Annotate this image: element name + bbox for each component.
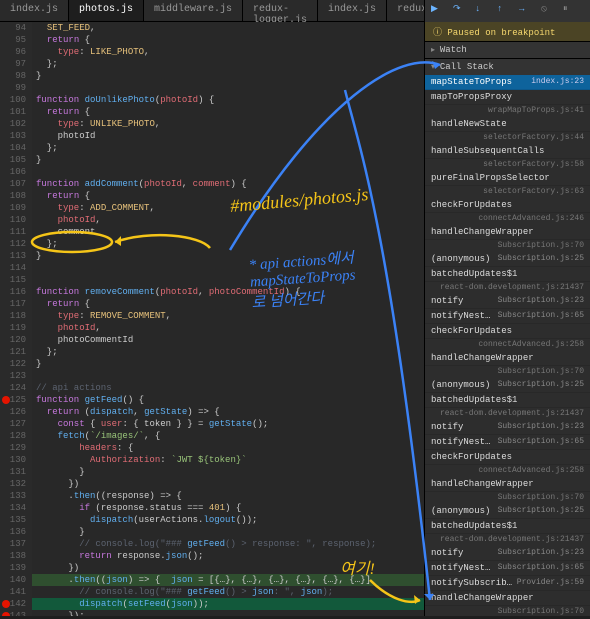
- stack-frame[interactable]: notifySubscribersProvider.js:59: [425, 576, 590, 591]
- stack-frame[interactable]: handleChangeWrapper: [425, 225, 590, 240]
- stack-frame[interactable]: pureFinalPropsSelector: [425, 171, 590, 186]
- stack-frame[interactable]: notifyNestedSubsSubscription.js:65: [425, 435, 590, 450]
- code-line[interactable]: comment: [32, 226, 424, 238]
- code-line[interactable]: // console.log("### getFeed() > json: ",…: [32, 586, 424, 598]
- code-line[interactable]: type: REMOVE_COMMENT,: [32, 310, 424, 322]
- code-line[interactable]: function getFeed() {: [32, 394, 424, 406]
- code-line[interactable]: if (response.status === 401) {: [32, 502, 424, 514]
- tab-bar: index.jsphotos.jsmiddleware.jsredux-logg…: [0, 0, 424, 22]
- code-line[interactable]: dispatch(userActions.logout());: [32, 514, 424, 526]
- stack-frame[interactable]: (anonymous)Subscription.js:25: [425, 252, 590, 267]
- code-line[interactable]: };: [32, 58, 424, 70]
- stack-frame[interactable]: notifySubscription.js:23: [425, 546, 590, 561]
- callstack-section[interactable]: Call Stack: [425, 59, 590, 75]
- code-content[interactable]: SET_FEED, return { type: LIKE_PHOTO, };}…: [32, 22, 424, 616]
- debugger-toolbar: ▶ ↷ ↓ ↑ → ⦸ ⏸: [425, 0, 590, 22]
- paused-banner: ⓘ Paused on breakpoint: [425, 22, 590, 41]
- deactivate-bp-icon[interactable]: ⦸: [541, 4, 555, 18]
- tab-redux-logger-js[interactable]: redux-logger.js: [243, 0, 318, 21]
- code-line[interactable]: return {: [32, 34, 424, 46]
- code-line[interactable]: }: [32, 154, 424, 166]
- code-line[interactable]: }): [32, 478, 424, 490]
- code-line[interactable]: function removeComment(photoId, photoCom…: [32, 286, 424, 298]
- code-line[interactable]: };: [32, 346, 424, 358]
- stack-frame[interactable]: mapToPropsProxy: [425, 90, 590, 105]
- code-line[interactable]: return {: [32, 298, 424, 310]
- code-line[interactable]: [32, 370, 424, 382]
- pause-exc-icon[interactable]: ⏸: [563, 4, 577, 18]
- stack-frame[interactable]: handleChangeWrapper: [425, 351, 590, 366]
- resume-icon[interactable]: ▶: [431, 4, 445, 18]
- code-line[interactable]: [32, 166, 424, 178]
- line-gutter: 9495969798991001011021031041051061071081…: [0, 22, 32, 616]
- code-line[interactable]: type: LIKE_PHOTO,: [32, 46, 424, 58]
- stack-frame[interactable]: batchedUpdates$1: [425, 267, 590, 282]
- tab-index-js[interactable]: index.js: [318, 0, 387, 21]
- code-line[interactable]: SET_FEED,: [32, 22, 424, 34]
- tab-index-js[interactable]: index.js: [0, 0, 69, 21]
- stack-frame[interactable]: checkForUpdates: [425, 198, 590, 213]
- code-line[interactable]: }: [32, 70, 424, 82]
- step-icon[interactable]: →: [519, 4, 533, 18]
- code-line[interactable]: function doUnlikePhoto(photoId) {: [32, 94, 424, 106]
- code-line[interactable]: photoId,: [32, 322, 424, 334]
- code-line[interactable]: }: [32, 526, 424, 538]
- code-line[interactable]: function addComment(photoId, comment) {: [32, 178, 424, 190]
- step-out-icon[interactable]: ↑: [497, 4, 511, 18]
- code-line[interactable]: [32, 274, 424, 286]
- code-line[interactable]: dispatch(setFeed(json));: [32, 598, 424, 610]
- debugger-sidebar: ▶ ↷ ↓ ↑ → ⦸ ⏸ ⓘ Paused on breakpoint Wat…: [424, 0, 590, 616]
- code-line[interactable]: type: ADD_COMMENT,: [32, 202, 424, 214]
- code-line[interactable]: return (dispatch, getState) => {: [32, 406, 424, 418]
- code-line[interactable]: }: [32, 466, 424, 478]
- code-line[interactable]: }: [32, 358, 424, 370]
- watch-section[interactable]: Watch: [425, 42, 590, 58]
- code-line[interactable]: .then((json) => { json = [{…}, {…}, {…},…: [32, 574, 424, 586]
- code-line[interactable]: [32, 82, 424, 94]
- code-line[interactable]: photoCommentId: [32, 334, 424, 346]
- code-line[interactable]: // api actions: [32, 382, 424, 394]
- code-line[interactable]: return response.json();: [32, 550, 424, 562]
- stack-frame[interactable]: notifySubscription.js:23: [425, 420, 590, 435]
- stack-frame[interactable]: handleChangeWrapper: [425, 591, 590, 606]
- code-line[interactable]: Authorization: `JWT ${token}`: [32, 454, 424, 466]
- stack-frame[interactable]: checkForUpdates: [425, 324, 590, 339]
- step-over-icon[interactable]: ↷: [453, 4, 467, 18]
- code-line[interactable]: }: [32, 250, 424, 262]
- code-line[interactable]: type: UNLIKE_PHOTO,: [32, 118, 424, 130]
- code-line[interactable]: photoId: [32, 130, 424, 142]
- stack-frame[interactable]: notifyNestedSubsSubscription.js:65: [425, 309, 590, 324]
- stack-frame[interactable]: handleSubsequentCalls: [425, 144, 590, 159]
- stack-frame[interactable]: handleChangeWrapper: [425, 477, 590, 492]
- code-line[interactable]: const { user: { token } } = getState();: [32, 418, 424, 430]
- code-line[interactable]: };: [32, 238, 424, 250]
- stack-frame[interactable]: (anonymous)Subscription.js:25: [425, 378, 590, 393]
- code-line[interactable]: [32, 262, 424, 274]
- code-line[interactable]: headers: {: [32, 442, 424, 454]
- stack-frame[interactable]: mapStateToPropsindex.js:23: [425, 75, 590, 90]
- stack-frame[interactable]: notifyNestedSubsSubscription.js:65: [425, 561, 590, 576]
- code-line[interactable]: return {: [32, 190, 424, 202]
- code-line[interactable]: };: [32, 142, 424, 154]
- tab-photos-js[interactable]: photos.js: [69, 0, 144, 21]
- step-into-icon[interactable]: ↓: [475, 4, 489, 18]
- code-line[interactable]: // console.log("### getFeed() > response…: [32, 538, 424, 550]
- code-line[interactable]: });: [32, 610, 424, 616]
- stack-frame[interactable]: batchedUpdates$1: [425, 393, 590, 408]
- stack-frame[interactable]: (anonymous)Subscription.js:25: [425, 504, 590, 519]
- code-line[interactable]: fetch(`/images/`, {: [32, 430, 424, 442]
- stack-frame[interactable]: handleNewState: [425, 117, 590, 132]
- code-line[interactable]: }): [32, 562, 424, 574]
- stack-frame[interactable]: notifySubscription.js:23: [425, 294, 590, 309]
- stack-frame[interactable]: batchedUpdates$1: [425, 519, 590, 534]
- tab-middleware-js[interactable]: middleware.js: [144, 0, 243, 21]
- code-line[interactable]: return {: [32, 106, 424, 118]
- code-line[interactable]: photoId,: [32, 214, 424, 226]
- code-line[interactable]: .then((response) => {: [32, 490, 424, 502]
- stack-frame[interactable]: checkForUpdates: [425, 450, 590, 465]
